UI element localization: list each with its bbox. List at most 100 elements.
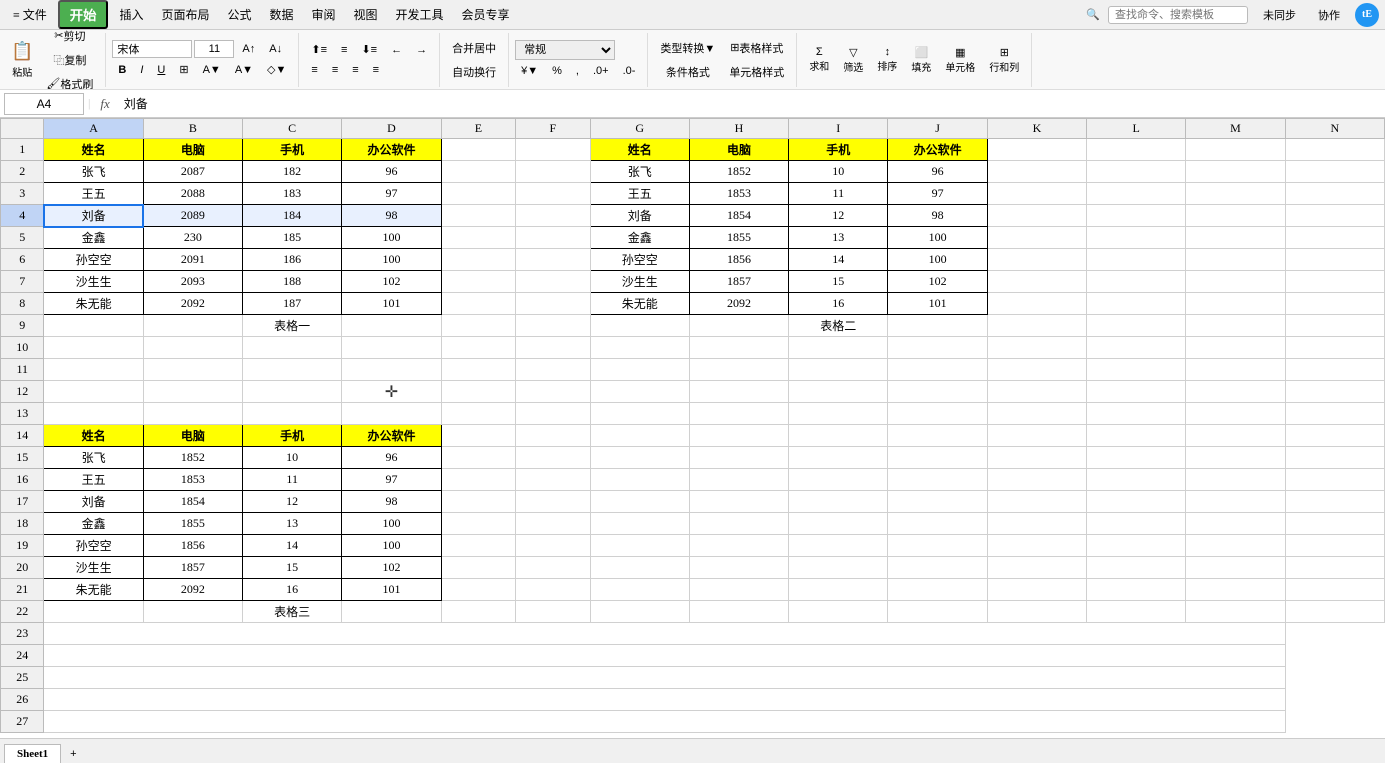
cell-C2[interactable]: 182 (243, 161, 342, 183)
row-num-2[interactable]: 2 (1, 161, 44, 183)
cell-A18[interactable]: 金鑫 (44, 513, 143, 535)
filter-button[interactable]: ▽ 筛选 (837, 43, 869, 77)
cell-L18[interactable] (1087, 513, 1186, 535)
cell-G6[interactable]: 孙空空 (590, 249, 689, 271)
cell-J20[interactable] (888, 557, 987, 579)
row-num-25[interactable]: 25 (1, 667, 44, 689)
cell-D19[interactable]: 100 (342, 535, 441, 557)
cell-J22[interactable] (888, 601, 987, 623)
cell-I9[interactable]: 表格二 (789, 315, 888, 337)
cell-L14[interactable] (1087, 425, 1186, 447)
cell-C15[interactable]: 10 (243, 447, 342, 469)
cell-L15[interactable] (1087, 447, 1186, 469)
cell-E14[interactable] (441, 425, 515, 447)
align-justify-button[interactable]: ≡ (367, 61, 385, 79)
cell-C4[interactable]: 184 (243, 205, 342, 227)
cell-B14[interactable]: 电脑 (143, 425, 242, 447)
cell-C19[interactable]: 14 (243, 535, 342, 557)
cell-G21[interactable] (590, 579, 689, 601)
cell-N17[interactable] (1285, 491, 1384, 513)
col-header-A[interactable]: A (44, 119, 143, 139)
cell-D22[interactable] (342, 601, 441, 623)
cell-C8[interactable]: 187 (243, 293, 342, 315)
cell-M12[interactable] (1186, 381, 1285, 403)
cell-H8[interactable]: 2092 (689, 293, 788, 315)
row-num-13[interactable]: 13 (1, 403, 44, 425)
cell-G3[interactable]: 王五 (590, 183, 689, 205)
font-size-input[interactable] (194, 40, 234, 58)
cell-N5[interactable] (1285, 227, 1384, 249)
cell-G8[interactable]: 朱无能 (590, 293, 689, 315)
cell-N16[interactable] (1285, 469, 1384, 491)
col-header-M[interactable]: M (1186, 119, 1285, 139)
cell-J21[interactable] (888, 579, 987, 601)
cell-N18[interactable] (1285, 513, 1384, 535)
cell-H13[interactable] (689, 403, 788, 425)
format-dropdown[interactable]: 常规 (515, 40, 615, 60)
cell-L5[interactable] (1087, 227, 1186, 249)
cell-L20[interactable] (1087, 557, 1186, 579)
border-button[interactable]: ⊞ (173, 60, 194, 79)
cell-B6[interactable]: 2091 (143, 249, 242, 271)
cell-K11[interactable] (987, 359, 1086, 381)
cell-H6[interactable]: 1856 (689, 249, 788, 271)
add-sheet-button[interactable]: + (63, 745, 83, 763)
fill-color-button[interactable]: A▼ (197, 61, 227, 79)
cell-M20[interactable] (1186, 557, 1285, 579)
row-num-8[interactable]: 8 (1, 293, 44, 315)
cell-A4[interactable]: 刘备 (44, 205, 143, 227)
cell-B18[interactable]: 1855 (143, 513, 242, 535)
cond-format-button[interactable]: 条件格式 (654, 61, 721, 83)
cell-B5[interactable]: 230 (143, 227, 242, 249)
cell-F13[interactable] (516, 403, 590, 425)
row-num-16[interactable]: 16 (1, 469, 44, 491)
cell-H1[interactable]: 电脑 (689, 139, 788, 161)
font-increase-button[interactable]: A↑ (236, 40, 261, 58)
cell-D12[interactable]: ✛ (342, 381, 441, 403)
col-header-K[interactable]: K (987, 119, 1086, 139)
cell-L21[interactable] (1087, 579, 1186, 601)
cell-K5[interactable] (987, 227, 1086, 249)
cell-row25[interactable] (44, 667, 1285, 689)
cell-B10[interactable] (143, 337, 242, 359)
cell-G2[interactable]: 张飞 (590, 161, 689, 183)
cell-F19[interactable] (516, 535, 590, 557)
cell-D18[interactable]: 100 (342, 513, 441, 535)
menu-view[interactable]: 视图 (347, 3, 385, 26)
cell-H17[interactable] (689, 491, 788, 513)
cell-M13[interactable] (1186, 403, 1285, 425)
cell-K14[interactable] (987, 425, 1086, 447)
dec-dec-button[interactable]: .0- (617, 62, 642, 80)
wrap-button[interactable]: 自动换行 (446, 61, 502, 83)
cell-E22[interactable] (441, 601, 515, 623)
cell-E3[interactable] (441, 183, 515, 205)
cell-J3[interactable]: 97 (888, 183, 987, 205)
cell-L16[interactable] (1087, 469, 1186, 491)
cell-H18[interactable] (689, 513, 788, 535)
row-num-21[interactable]: 21 (1, 579, 44, 601)
cell-K9[interactable] (987, 315, 1086, 337)
row-num-19[interactable]: 19 (1, 535, 44, 557)
cell-E21[interactable] (441, 579, 515, 601)
type-convert-button[interactable]: 类型转换▼ (654, 37, 721, 59)
cell-C13[interactable] (243, 403, 342, 425)
cell-I19[interactable] (789, 535, 888, 557)
cell-L7[interactable] (1087, 271, 1186, 293)
cell-C1[interactable]: 手机 (243, 139, 342, 161)
cell-J19[interactable] (888, 535, 987, 557)
cell-N2[interactable] (1285, 161, 1384, 183)
cell-M18[interactable] (1186, 513, 1285, 535)
cell-btn[interactable]: ▦ 单元格 (939, 43, 981, 77)
cell-H21[interactable] (689, 579, 788, 601)
cell-C5[interactable]: 185 (243, 227, 342, 249)
cell-M16[interactable] (1186, 469, 1285, 491)
font-color-button[interactable]: A▼ (229, 61, 259, 79)
cell-M4[interactable] (1186, 205, 1285, 227)
cell-D11[interactable] (342, 359, 441, 381)
cell-A17[interactable]: 刘备 (44, 491, 143, 513)
align-center-button[interactable]: ≡ (326, 61, 344, 79)
col-header-C[interactable]: C (243, 119, 342, 139)
cell-G15[interactable] (590, 447, 689, 469)
cell-F17[interactable] (516, 491, 590, 513)
cell-M3[interactable] (1186, 183, 1285, 205)
